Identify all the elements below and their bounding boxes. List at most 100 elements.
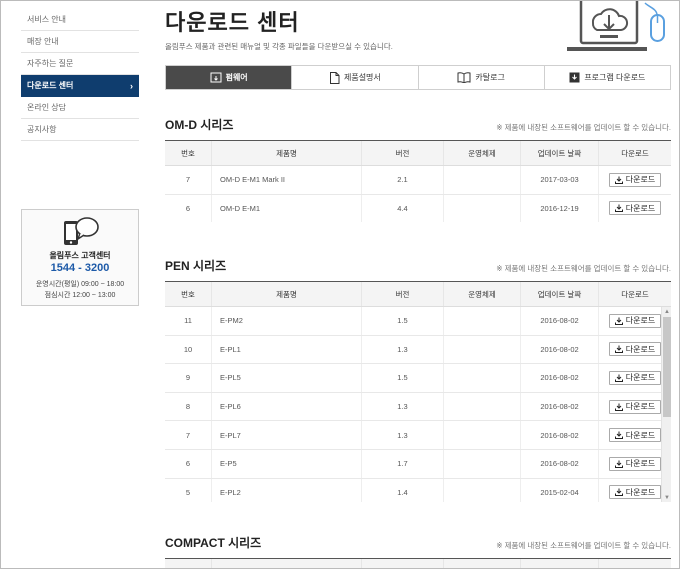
cell-date: 2016-08-02 <box>521 307 599 335</box>
cell-os <box>444 335 521 364</box>
sidebar-item-download-center[interactable]: 다운로드 센터 › <box>21 75 139 97</box>
tab-firmware[interactable]: 펌웨어 <box>166 66 293 89</box>
catalog-book-icon <box>457 72 471 83</box>
sidebar-item-faq[interactable]: 자주하는 질문 <box>21 53 139 75</box>
tab-label: 제품설명서 <box>343 73 381 82</box>
sidebar-item-label: 공지사항 <box>27 125 57 134</box>
cell-os <box>444 449 521 478</box>
download-icon <box>614 204 623 213</box>
section-pen: PEN 시리즈 ※ 제품에 내장된 소프트웨어를 업데이트 할 수 있습니다. … <box>165 257 671 502</box>
page-title: 다운로드 센터 <box>165 10 300 35</box>
cell-number: 6 <box>165 194 212 222</box>
cell-version: 1.3 <box>362 421 444 449</box>
customer-center-box: 올림푸스 고객센터 1544 - 3200 운영시간(평일) 09:00 ~ 1… <box>21 209 139 306</box>
col-download: 다운로드 <box>621 148 649 158</box>
customer-center-phone: 1544 - 3200 <box>50 262 110 274</box>
sidebar-item-online-consult[interactable]: 온라인 상담 <box>21 97 139 119</box>
scroll-up-arrow-icon[interactable]: ▲ <box>662 307 671 317</box>
cell-number: 6 <box>165 449 212 478</box>
table-scrollbar[interactable]: ▲ ▼ <box>661 307 671 502</box>
cell-number: 7 <box>165 421 212 449</box>
cell-date: 2017-03-03 <box>521 166 599 194</box>
section-note: ※ 제품에 내장된 소프트웨어를 업데이트 할 수 있습니다. <box>496 541 671 550</box>
tab-program-download[interactable]: 프로그램 다운로드 <box>544 66 670 89</box>
document-icon <box>329 71 340 84</box>
col-os <box>444 559 521 568</box>
download-button[interactable]: 다운로드 <box>608 172 662 187</box>
table-row: 9 E-PL5 1.5 2016-08-02 다운로드 <box>165 364 671 393</box>
cell-version: 1.7 <box>362 449 444 478</box>
cell-version: 2.1 <box>362 166 444 194</box>
cell-date: 2016-08-02 <box>521 364 599 392</box>
download-icon <box>614 403 623 411</box>
cell-product: OM-D E-M1 <box>212 194 362 222</box>
download-icon <box>614 317 623 325</box>
sidebar-item-stores[interactable]: 매장 안내 <box>21 31 139 53</box>
cell-version: 1.4 <box>362 478 444 502</box>
col-os: 운영체제 <box>444 141 521 165</box>
download-icon <box>614 460 623 468</box>
section-note: ※ 제품에 내장된 소프트웨어를 업데이트 할 수 있습니다. <box>496 264 671 273</box>
download-label: 다운로드 <box>625 430 656 440</box>
download-tabs: 펌웨어 제품설명서 카탈로그 프로그램 다운로드 <box>165 65 671 90</box>
cell-number: 7 <box>165 166 212 194</box>
table-header: 번호 제품명 버전 운영체제 업데이트 날짜 다운로드 <box>165 141 671 166</box>
download-box-icon <box>569 72 580 83</box>
download-button[interactable]: 다운로드 <box>608 399 662 414</box>
cell-date: 2016-08-02 <box>521 335 599 364</box>
cell-os <box>444 392 521 421</box>
download-icon <box>614 176 623 184</box>
table-row: 7 OM-D E-M1 Mark II 2.1 2017-03-03 다운로드 <box>165 166 671 195</box>
cell-os <box>444 307 521 335</box>
cell-date: 2016-12-19 <box>521 194 599 222</box>
cell-version: 1.3 <box>362 335 444 364</box>
sidebar-item-notice[interactable]: 공지사항 <box>21 119 139 141</box>
section-omd: OM-D 시리즈 ※ 제품에 내장된 소프트웨어를 업데이트 할 수 있습니다.… <box>165 116 671 222</box>
download-label: 다운로드 <box>625 373 656 383</box>
scrollbar-thumb[interactable] <box>663 317 671 417</box>
download-button[interactable]: 다운로드 <box>608 428 662 443</box>
cloud-download-monitor-icon <box>567 1 665 51</box>
firmware-table: 번호 제품명 버전 운영체제 업데이트 날짜 다운로드 7 OM-D E-M1 … <box>165 140 671 222</box>
cell-product: E-PL7 <box>212 421 362 449</box>
download-button[interactable]: 다운로드 <box>608 342 662 357</box>
download-button[interactable]: 다운로드 <box>608 370 662 385</box>
sidebar-item-label: 다운로드 센터 <box>27 81 74 90</box>
cell-number: 8 <box>165 392 212 421</box>
cell-version: 1.5 <box>362 364 444 392</box>
cell-product: E-PL2 <box>212 478 362 502</box>
customer-center-title: 올림푸스 고객센터 <box>49 251 111 260</box>
col-version: 버전 <box>362 141 444 165</box>
table-row: 11 E-PM2 1.5 2016-08-02 다운로드 <box>165 307 671 336</box>
download-button[interactable]: 다운로드 <box>608 456 662 471</box>
customer-center-hours: 운영시간(평일) 09:00 ~ 18:00 점심시간 12:00 ~ 13:0… <box>22 279 138 301</box>
cell-os <box>444 421 521 449</box>
tab-catalog[interactable]: 카탈로그 <box>418 66 545 89</box>
section-title: PEN 시리즈 <box>165 259 227 273</box>
section-compact: COMPACT 시리즈 ※ 제품에 내장된 소프트웨어를 업데이트 할 수 있습… <box>165 534 671 568</box>
section-title: COMPACT 시리즈 <box>165 536 262 550</box>
download-button[interactable]: 다운로드 <box>608 485 662 500</box>
section-title: OM-D 시리즈 <box>165 118 234 132</box>
col-date: 업데이트 날짜 <box>521 141 599 165</box>
hours-weekday: 운영시간(평일) 09:00 ~ 18:00 <box>35 281 125 288</box>
cell-date: 2016-08-02 <box>521 449 599 478</box>
cell-download: 다운로드 <box>599 166 671 194</box>
download-label: 다운로드 <box>625 203 656 213</box>
cell-date: 2016-08-02 <box>521 421 599 449</box>
download-label: 다운로드 <box>625 459 656 469</box>
download-button[interactable]: 다운로드 <box>608 313 662 328</box>
cell-number: 10 <box>165 335 212 364</box>
table-row: 8 E-PL6 1.3 2016-08-02 다운로드 <box>165 392 671 422</box>
cell-os <box>444 194 521 222</box>
scroll-down-arrow-icon[interactable]: ▼ <box>662 493 671 502</box>
sidebar-item-service[interactable]: 서비스 안내 <box>21 1 139 31</box>
tab-manual[interactable]: 제품설명서 <box>292 66 419 89</box>
sidebar-item-label: 온라인 상담 <box>27 103 67 112</box>
col-product: 제품명 <box>212 141 362 165</box>
download-button[interactable]: 다운로드 <box>608 201 662 216</box>
cell-number: 5 <box>165 478 212 502</box>
tab-label: 프로그램 다운로드 <box>584 73 646 82</box>
phone-chat-icon <box>64 217 99 245</box>
firmware-icon <box>210 72 222 83</box>
